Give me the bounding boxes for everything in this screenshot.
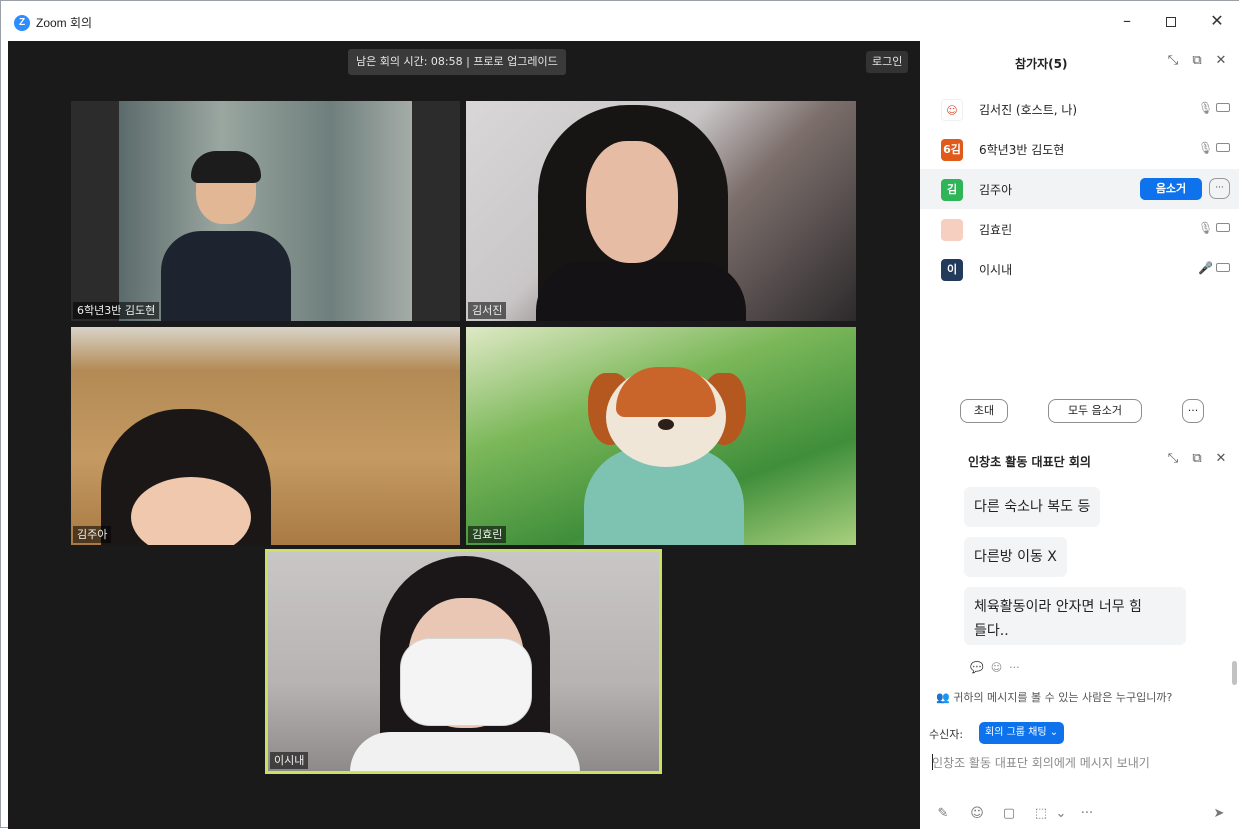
participant-video (350, 732, 580, 771)
microphone-icon[interactable]: 🎙 (1198, 221, 1213, 235)
video-tile[interactable]: 김서진 (466, 101, 856, 321)
participant-video (400, 638, 532, 726)
chat-header: 인창초 활동 대표단 회의 ⤡ ⧉ ✕ (920, 437, 1239, 481)
side-panel: 참가자(5) ⤡ ⧉ ✕ ☺ 김서진 (호스트, 나) 🎙 6김 6학년3반 김… (920, 41, 1239, 829)
microphone-icon[interactable]: 🎤 (1198, 261, 1213, 275)
camera-icon[interactable] (1216, 103, 1230, 112)
more-options-button[interactable]: ··· (1209, 178, 1230, 199)
format-icon[interactable]: ✎ (934, 806, 952, 821)
avatar-video (658, 419, 674, 430)
reply-icon[interactable]: 💬 (970, 661, 984, 674)
chat-title: 인창초 활동 대표단 회의 (968, 455, 1091, 469)
microphone-icon[interactable]: 🎙 (1198, 141, 1213, 155)
participants-title: 참가자(5) (1015, 57, 1068, 71)
mute-all-button[interactable]: 모두 음소거 (1048, 399, 1142, 423)
participant-row[interactable]: 김 김주아 음소거 ··· (920, 169, 1239, 209)
login-button[interactable]: 로그인 (866, 51, 909, 73)
tile-name-label: 6학년3반 김도현 (73, 302, 160, 319)
active-speaker-tile[interactable]: 이시내 (265, 549, 662, 774)
participant-name: 김주아 (979, 183, 1013, 197)
avatar-video (616, 367, 716, 417)
tile-name-label: 김서진 (468, 302, 507, 319)
recipient-label: 수신자: (929, 728, 964, 741)
popout-icon[interactable]: ⧉ (1188, 451, 1206, 466)
participant-name: 김효린 (979, 223, 1013, 237)
title-bar: Z Zoom 회의 – ✕ (1, 1, 1239, 41)
popout-icon[interactable]: ⧉ (1188, 53, 1206, 68)
avatar: 김 (941, 179, 963, 201)
chat-message-line: 들다.. (974, 623, 1009, 639)
participant-video (586, 141, 678, 263)
tile-name-label: 김효린 (468, 526, 507, 543)
video-tile[interactable]: 김효린 (466, 327, 856, 545)
chevron-down-icon[interactable]: ⌄ (1052, 806, 1070, 821)
emoji-icon[interactable]: ☺ (968, 806, 986, 821)
collapse-icon[interactable]: ⤡ (1164, 53, 1182, 68)
who-can-see-link[interactable]: 👥 귀하의 메시지를 볼 수 있는 사람은 누구입니까? (936, 689, 1172, 705)
zoom-logo-icon: Z (14, 15, 30, 31)
minimize-button[interactable]: – (1107, 9, 1147, 33)
video-tile[interactable]: 6학년3반 김도현 (71, 101, 460, 321)
participant-video (536, 261, 746, 321)
chat-message-input[interactable] (932, 751, 1228, 775)
recipient-dropdown[interactable]: 회의 그룹 채팅 ⌄ (979, 722, 1065, 744)
close-panel-icon[interactable]: ✕ (1212, 53, 1230, 68)
avatar: ☺ (941, 99, 963, 121)
camera-icon[interactable] (1216, 223, 1230, 232)
people-icon: 👥 (936, 691, 950, 704)
participant-name: 이시내 (979, 263, 1013, 277)
mute-button[interactable]: 음소거 (1140, 178, 1202, 200)
tile-name-label: 이시내 (270, 752, 309, 769)
file-icon[interactable]: ▢ (1000, 806, 1018, 821)
participant-row[interactable]: 이 이시내 🎤 (920, 249, 1239, 289)
window-title: Zoom 회의 (36, 16, 93, 30)
collapse-icon[interactable]: ⤡ (1164, 451, 1182, 466)
participant-video (161, 231, 291, 321)
avatar: 6김 (941, 139, 963, 161)
more-icon[interactable]: ··· (1078, 806, 1096, 821)
camera-icon[interactable] (1216, 143, 1230, 152)
screenshot-icon[interactable]: ⬚ (1032, 806, 1050, 821)
close-chat-icon[interactable]: ✕ (1212, 451, 1230, 466)
participant-row[interactable]: ☺ 김서진 (호스트, 나) 🎙 (920, 89, 1239, 129)
video-tile[interactable]: 김주아 (71, 327, 460, 545)
tile-name-label: 김주아 (73, 526, 112, 543)
emoji-reaction-icon[interactable]: ☺ (991, 661, 1002, 674)
microphone-icon[interactable]: 🎙 (1198, 101, 1213, 115)
maximize-icon (1166, 16, 1176, 27)
avatar (941, 219, 963, 241)
chat-message: 다른 숙소나 복도 등 (964, 487, 1101, 527)
participant-row[interactable]: 김효린 🎙 (920, 209, 1239, 249)
participants-header: 참가자(5) ⤡ ⧉ ✕ (920, 41, 1239, 85)
meeting-timer[interactable]: 남은 회의 시간: 08:58 | 프로로 업그레이드 (348, 49, 566, 75)
invite-button[interactable]: 초대 (960, 399, 1008, 423)
avatar: 이 (941, 259, 963, 281)
participant-name: 6학년3반 김도현 (979, 143, 1065, 157)
recipient-value: 회의 그룹 채팅 (985, 727, 1047, 738)
send-icon[interactable]: ➤ (1210, 806, 1228, 821)
message-tools: 💬 ☺ ··· (970, 661, 1020, 674)
chat-message-line: 체육활동이라 안자면 너무 힘 (974, 599, 1142, 615)
participants-more-button[interactable]: ··· (1182, 399, 1204, 423)
zoom-window: Z Zoom 회의 – ✕ 남은 회의 시간: 08:58 | 프로로 업그레이… (0, 0, 1239, 829)
camera-icon[interactable] (1216, 263, 1230, 272)
close-button[interactable]: ✕ (1197, 9, 1237, 33)
video-stage: 남은 회의 시간: 08:58 | 프로로 업그레이드 로그인 6학년3반 김도… (8, 41, 920, 829)
chat-message: 다른방 이동 X (964, 537, 1067, 577)
chat-message: 체육활동이라 안자면 너무 힘 들다.. (964, 587, 1186, 645)
who-can-see-text: 귀하의 메시지를 볼 수 있는 사람은 누구입니까? (953, 691, 1173, 704)
participant-name: 김서진 (호스트, 나) (979, 103, 1078, 117)
participant-video (191, 151, 261, 183)
participant-row[interactable]: 6김 6학년3반 김도현 🎙 (920, 129, 1239, 169)
more-icon[interactable]: ··· (1009, 661, 1020, 674)
chevron-down-icon: ⌄ (1049, 727, 1059, 738)
maximize-button[interactable] (1151, 9, 1191, 33)
chat-scrollbar[interactable] (1232, 661, 1237, 685)
